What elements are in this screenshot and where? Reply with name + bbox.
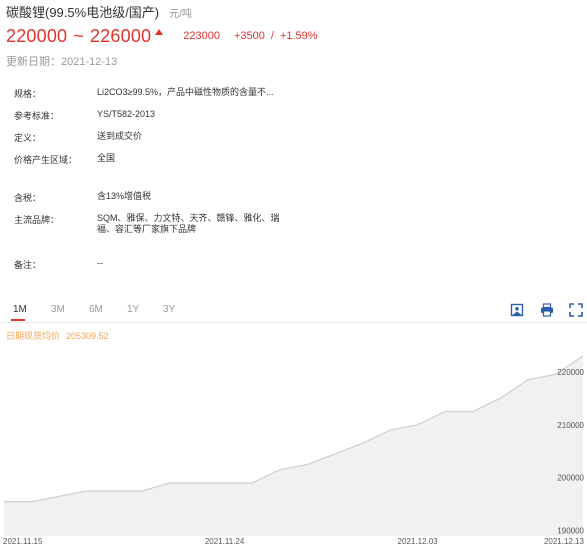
update-date-row: 更新日期：2021-12-13 [6,53,587,69]
spec-label: 参考标准： [14,111,60,121]
spec-value: YS/T582-2013 [97,109,156,119]
product-title: 碳酸锂(99.5%电池级/国产) [6,5,160,20]
spec-value: 含13%增值税 [97,191,152,201]
spec-label: 备注： [14,260,42,270]
x-axis: 2021.11.15 2021.11.24 2021.12.03 2021.12.13 [3,537,585,546]
y-tick-label: 200000 [557,474,584,483]
change-separator: / [270,30,274,42]
up-arrow-icon [155,27,164,38]
spec-value: 送到成交价 [97,131,143,141]
y-tick-label: 190000 [557,527,584,536]
spec-label: 含税： [14,193,42,203]
y-tick-label: 210000 [557,421,584,430]
range-tabs: 1M 3M 6M 1Y 3Y [0,300,587,323]
price-header: 碳酸锂(99.5%电池级/国产) 元/吨 220000 ~226000 22300… [6,2,587,69]
x-tick-label: 2021.12.03 [398,537,439,546]
x-tick-label: 2021.11.15 [3,537,43,546]
active-tab-indicator [11,319,25,321]
fullscreen-icon[interactable] [569,303,583,317]
tab-3m[interactable]: 3M [51,304,65,315]
tab-6m[interactable]: 6M [89,304,103,315]
spec-value: SQM、雅保、力文特、天齐、赣锋、雅化、瑞福、容汇等厂家旗下品牌 [97,213,280,234]
price-chart: 190000200000210000220000 2021.11.15 2021.… [3,355,585,546]
price-unit: 元/吨 [169,9,192,20]
spec-label: 主流品牌： [14,215,60,225]
spec-label: 规格： [14,89,42,99]
x-tick-label: 2021.11.24 [205,537,245,546]
spec-value: Li2CO3≥99.5%，产品中磁性物质的含量不... [97,87,274,97]
price-change-percent: +1.59% [279,30,318,42]
spec-value: -- [97,258,103,268]
image-icon[interactable] [510,303,524,317]
current-price: 223000 [183,30,220,42]
spec-value: 全国 [97,153,116,163]
price-low: 220000 [6,25,68,46]
tab-1m[interactable]: 1M [13,304,27,315]
spec-label: 定义： [14,133,42,143]
update-date: 2021-12-13 [61,56,118,68]
price-range: 220000 ~226000 [6,26,151,47]
print-icon[interactable] [540,303,554,317]
tab-3y[interactable]: 3Y [163,304,175,315]
y-tick-label: 220000 [557,368,584,377]
price-range-separator: ~ [73,25,84,46]
update-date-label: 更新日期： [6,56,61,68]
price-change: +3500 [233,30,265,42]
price-area-fill [4,355,583,536]
price-high: 226000 [89,25,152,46]
tab-1y[interactable]: 1Y [127,304,139,315]
x-tick-label: 2021.12.13 [544,537,585,546]
spec-label: 价格产生区域： [14,155,78,165]
